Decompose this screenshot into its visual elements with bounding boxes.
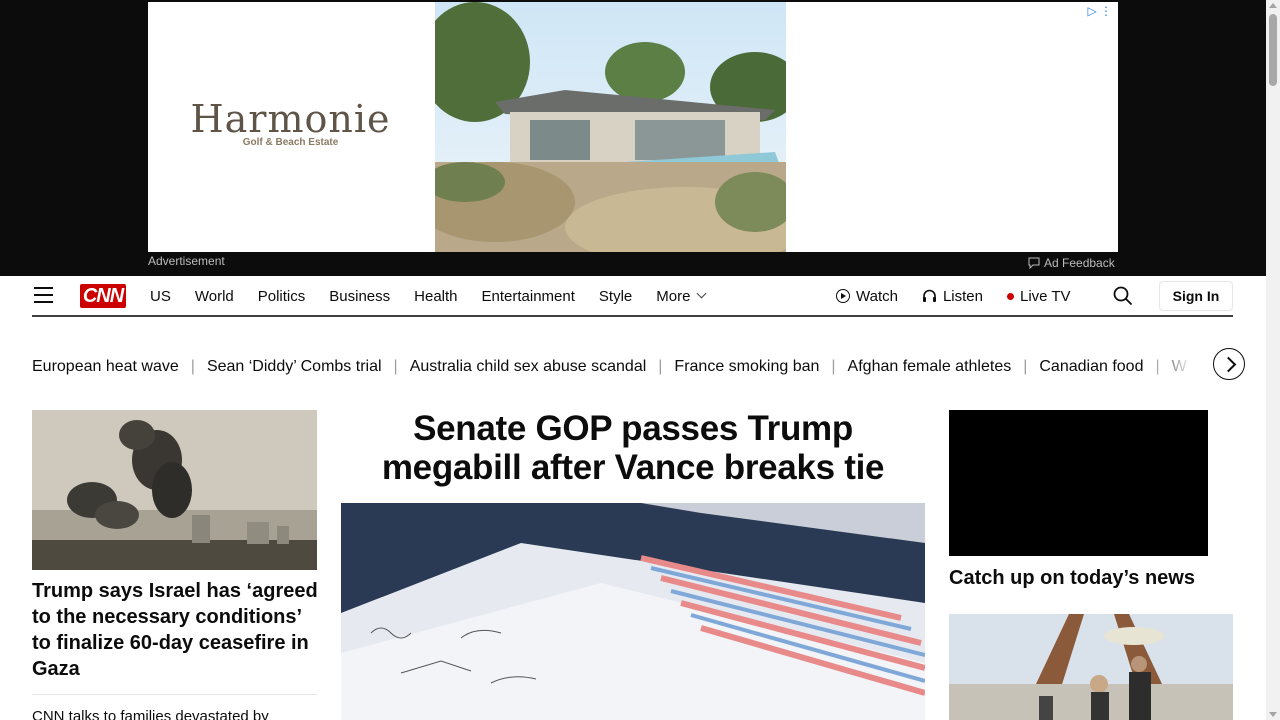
story-headline-secondary[interactable]: CNN talks to families devastated by [32,707,322,720]
live-dot-icon [1006,292,1014,300]
ad-feedback-label: Ad Feedback [1044,256,1115,270]
live-tv-link[interactable]: Live TV [1006,287,1071,305]
trending-item[interactable]: Afghan female athletes [848,358,1012,376]
trending-divider: | [393,358,398,375]
nav-business[interactable]: Business [329,288,390,305]
nav-style[interactable]: Style [599,288,632,305]
advertisement-banner[interactable]: Harmonie Golf & Beach Estate ▷ ⋮ [148,2,1118,252]
nav-us[interactable]: US [150,288,171,305]
video-player[interactable] [949,410,1208,556]
trending-divider: | [1023,358,1028,375]
scroll-up-icon[interactable] [1269,3,1277,8]
listen-link[interactable]: Listen [922,288,983,305]
nav-politics[interactable]: Politics [258,288,306,305]
trending-bar: European heat wave | Sean ‘Diddy’ Combs … [32,355,1202,379]
trending-divider: | [831,358,836,375]
play-icon [836,289,850,303]
scrollbar[interactable] [1266,0,1280,720]
ad-label: Advertisement [148,254,225,268]
menu-icon[interactable] [34,287,53,303]
trending-divider: | [190,358,195,375]
ad-band: Harmonie Golf & Beach Estate ▷ ⋮ Adverti… [0,0,1266,276]
trending-fade [1150,345,1210,385]
lead-headline[interactable]: Senate GOP passes Trump megabill after V… [341,409,925,487]
nav-entertainment[interactable]: Entertainment [482,288,575,305]
nav-health[interactable]: Health [414,288,457,305]
scroll-down-icon[interactable] [1269,712,1277,717]
listen-label: Listen [942,287,983,305]
ad-image[interactable] [435,2,786,252]
nav-more[interactable]: More [656,287,707,305]
divider [32,694,317,695]
sign-in-button[interactable]: Sign In [1159,281,1233,311]
trending-item[interactable]: France smoking ban [674,358,819,376]
nav-more-label: More [656,287,691,305]
cnn-logo[interactable]: CNN [80,284,126,308]
trending-item[interactable]: Australia child sex abuse scandal [410,358,647,376]
scroll-thumb[interactable] [1269,14,1277,86]
watch-link[interactable]: Watch [836,288,898,305]
watch-label: Watch [856,287,898,305]
ad-feedback-link[interactable]: Ad Feedback [1028,256,1115,270]
nav-world[interactable]: World [195,288,234,305]
story-image-paris[interactable] [949,614,1233,720]
headphones-icon [922,289,936,302]
feedback-icon [1028,257,1040,269]
main-nav: US World Politics Business Health Entert… [150,276,707,316]
trending-divider: | [658,358,663,375]
trending-item[interactable]: European heat wave [32,358,179,376]
trending-item[interactable]: Canadian food [1039,358,1143,376]
trending-item[interactable]: Sean ‘Diddy’ Combs trial [207,358,382,376]
site-header: CNN US World Politics Business Health En… [32,276,1233,317]
chevron-right-icon[interactable] [1213,348,1245,380]
ad-choices-icon[interactable]: ▷ ⋮ [1087,4,1112,18]
ad-logo: Harmonie Golf & Beach Estate [188,97,393,148]
header-utilities: Watch Listen Live TV [836,276,1095,316]
ad-brand: Harmonie [190,97,391,141]
story-headline[interactable]: Trump says Israel has ‘agreed to the nec… [32,578,322,682]
chevron-down-icon [696,288,707,299]
live-tv-label: Live TV [1019,287,1071,305]
story-image-gaza[interactable] [32,410,317,570]
video-headline[interactable]: Catch up on today’s news [949,565,1233,591]
lead-image-ballots[interactable] [341,503,925,720]
search-icon[interactable] [1113,286,1133,306]
